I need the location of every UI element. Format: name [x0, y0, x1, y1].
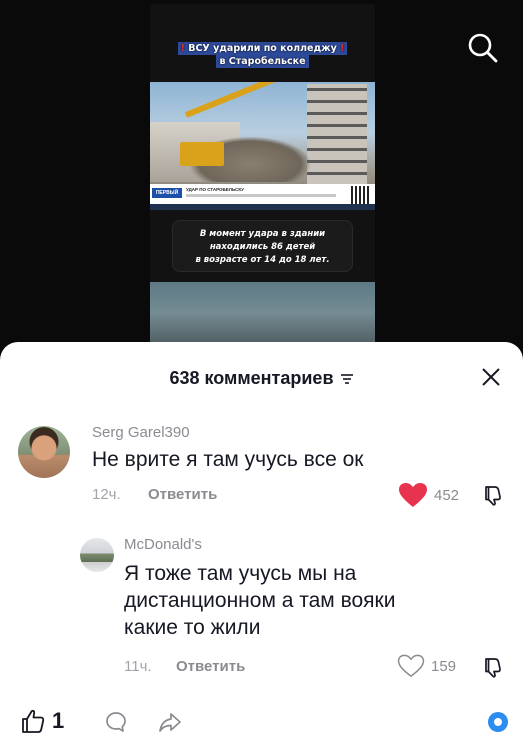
- news-subline: [186, 194, 336, 197]
- comment-text: Не врите я там учусь все ок: [92, 448, 364, 471]
- comment-action-bar: 1: [0, 700, 523, 746]
- comment-item: Serg Garel390 Не врите я там учусь все о…: [0, 416, 523, 508]
- crane-arm: [184, 82, 290, 118]
- caption-line-3: в возрасте от 14 до 18 лет.: [195, 255, 330, 265]
- comment-time: 12ч.: [92, 486, 121, 503]
- video-caption: В момент удара в здании находились 86 де…: [172, 220, 353, 272]
- reply-button[interactable]: Ответить: [176, 658, 245, 675]
- heart-icon: [399, 483, 427, 507]
- video-area[interactable]: ! ВСУ ударили по колледжу ! в Старобельс…: [0, 0, 523, 352]
- comment-time: 11ч.: [124, 658, 152, 675]
- thumbs-up-count: 1: [52, 708, 65, 733]
- filter-icon[interactable]: [340, 373, 354, 385]
- crane-body: [180, 142, 224, 166]
- news-ticker: [150, 204, 375, 210]
- comment-username[interactable]: McDonald's: [124, 536, 202, 553]
- video-title-line-2: в Старобельске: [216, 55, 309, 68]
- comment-username[interactable]: Serg Garel390: [92, 424, 190, 441]
- search-icon[interactable]: [465, 30, 499, 64]
- like-button[interactable]: 159: [397, 654, 456, 678]
- video-frame[interactable]: ! ВСУ ударили по колледжу ! в Старобельс…: [150, 4, 375, 344]
- comment-bubble-icon[interactable]: [104, 710, 128, 734]
- comments-sheet: 638 комментариев Serg Garel390 Не врите …: [0, 342, 523, 750]
- comments-count-title: 638 комментариев: [169, 368, 334, 388]
- comment-item: McDonald's Я тоже там учусь мы на дистан…: [0, 532, 523, 682]
- like-count: 159: [431, 657, 457, 675]
- reply-button[interactable]: Ответить: [148, 486, 217, 503]
- badge-icon[interactable]: [488, 712, 508, 732]
- qr-code-icon: [351, 186, 369, 204]
- dislike-icon[interactable]: [482, 484, 504, 506]
- like-button[interactable]: 452: [398, 482, 459, 508]
- close-icon[interactable]: [478, 364, 504, 390]
- comment-text-line: Я тоже там учусь мы на: [124, 562, 357, 585]
- comment-text-line: какие то жили: [124, 616, 261, 639]
- thumbs-up-icon: [22, 709, 45, 733]
- avatar[interactable]: [18, 426, 70, 478]
- comments-header: 638 комментариев: [0, 362, 523, 394]
- video-bottom-background: [150, 282, 375, 344]
- share-arrow-icon[interactable]: [158, 710, 182, 734]
- news-headline: УДАР ПО СТАРОБЕЛЬСКУ: [186, 187, 244, 192]
- avatar[interactable]: [80, 538, 114, 572]
- like-count: 452: [434, 486, 460, 504]
- title-bang-right: !: [340, 43, 345, 54]
- caption-line-1: В момент удара в здании: [199, 229, 326, 239]
- thumbs-up-button[interactable]: 1: [20, 708, 64, 734]
- comment-text: Я тоже там учусь мы на дистанционном а т…: [124, 560, 454, 641]
- building-right: [307, 84, 367, 184]
- dislike-icon[interactable]: [482, 656, 504, 678]
- video-title-line-1: ВСУ ударили по колледжу: [188, 43, 337, 54]
- heart-icon: [397, 654, 425, 678]
- title-bang-left: !: [180, 43, 185, 54]
- news-lower-third: ПЕРВЫЙ УДАР ПО СТАРОБЕЛЬСКУ: [150, 184, 375, 210]
- caption-line-2: находились 86 детей: [209, 242, 316, 252]
- news-screenshot: ПЕРВЫЙ УДАР ПО СТАРОБЕЛЬСКУ: [150, 82, 375, 210]
- video-title: ! ВСУ ударили по колледжу ! в Старобельс…: [158, 42, 367, 68]
- comment-text-line: дистанционном а там вояки: [124, 589, 396, 612]
- news-channel-logo: ПЕРВЫЙ: [152, 188, 182, 198]
